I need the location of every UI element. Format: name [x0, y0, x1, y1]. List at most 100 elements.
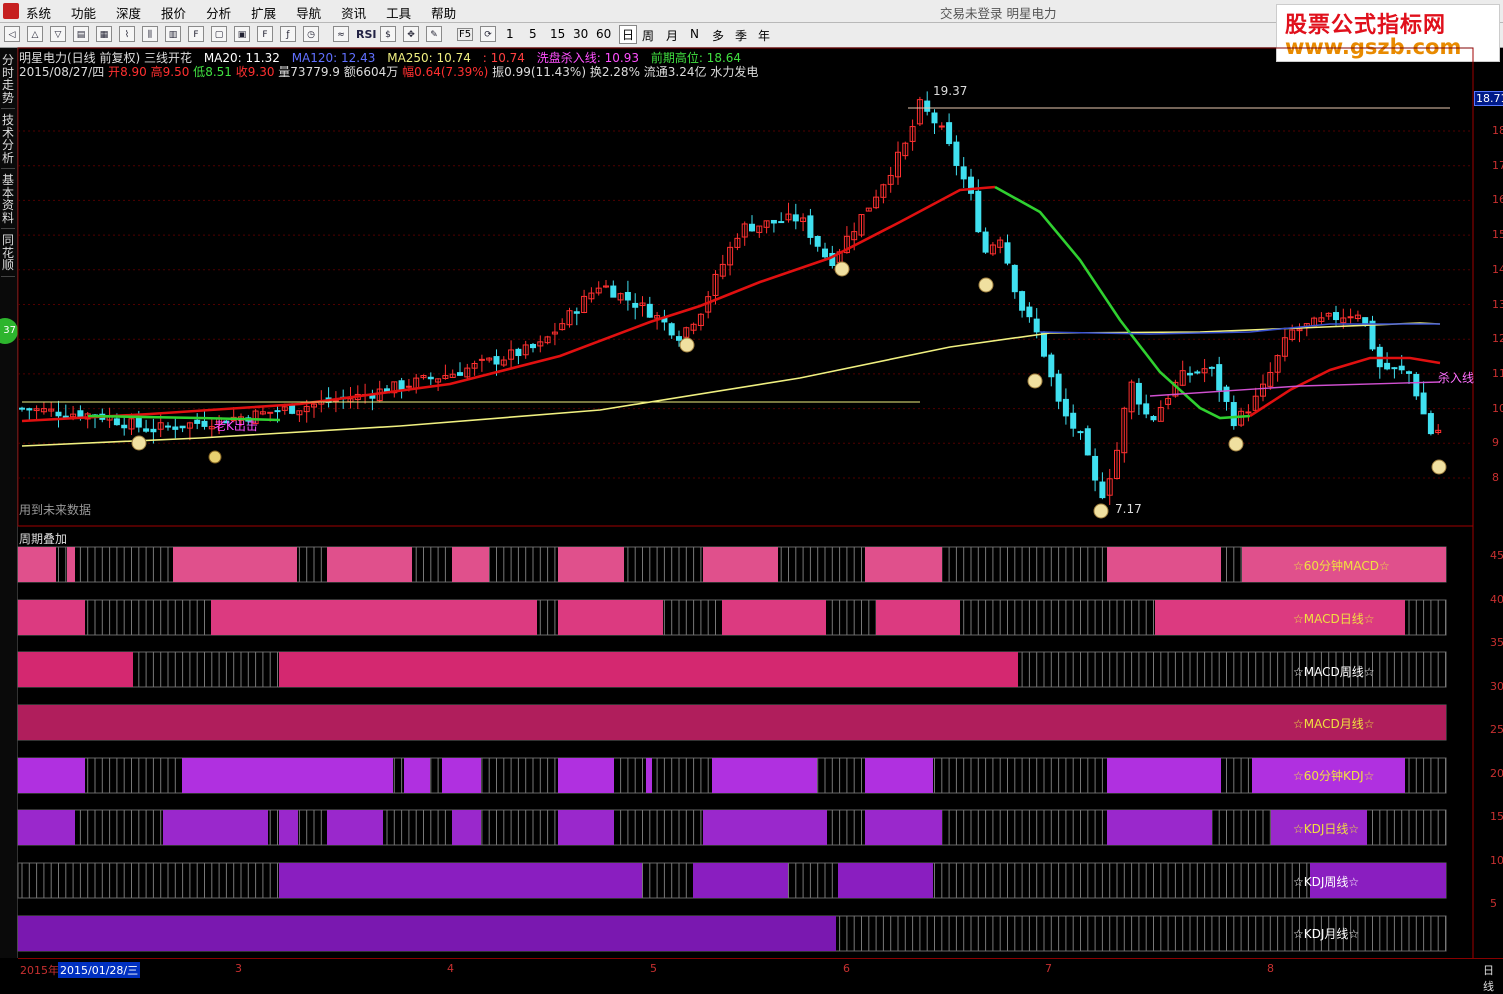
band-segment — [452, 810, 481, 845]
candle-body — [143, 428, 150, 432]
candle-body — [201, 420, 208, 427]
amplitude-value: 振0.99(11.43%) — [492, 65, 587, 79]
candle-body — [1143, 403, 1150, 415]
candle-body — [19, 407, 25, 410]
candle-body — [1208, 366, 1215, 369]
volume-value: 量73779.9 — [278, 65, 340, 79]
close-value: 9.30 — [247, 65, 275, 79]
band-segment — [558, 758, 614, 793]
candle-body — [1391, 367, 1398, 370]
band-segment — [404, 758, 430, 793]
candle-body — [1099, 481, 1106, 499]
candle-body — [770, 219, 777, 224]
candle-body — [1427, 413, 1434, 435]
date-axis: 2015年 2015/01/28/三 3 4 5 6 7 8 日线 — [18, 958, 1503, 993]
band-segment — [712, 758, 817, 793]
candle-body — [1092, 455, 1099, 481]
info-line-2: 2015/08/27/四 开8.90 高9.50 低8.51 收9.30 量73… — [19, 63, 758, 80]
candle-body — [194, 419, 201, 424]
candle-body — [946, 122, 953, 145]
axis-tick-label: 17 — [1492, 158, 1503, 172]
buy-line-label: 杀入线 — [1438, 371, 1475, 385]
candle-body — [1187, 372, 1193, 376]
candle-body — [26, 408, 33, 411]
band-segment — [722, 600, 826, 635]
band-segment — [182, 758, 393, 793]
future-data-note: 用到未来数据 — [19, 503, 92, 517]
band-segment — [1107, 758, 1221, 793]
candle-body — [493, 356, 500, 365]
candle-body — [113, 418, 120, 426]
candle-body — [1230, 402, 1237, 427]
candle-body — [975, 190, 982, 233]
candle-body — [427, 376, 434, 380]
candle-body — [814, 235, 821, 247]
candle-body — [1004, 242, 1011, 264]
band-label-kdj-week: ☆KDJ周线☆ — [1293, 875, 1360, 889]
ma-lines — [21, 107, 1450, 447]
period-bands — [17, 546, 1447, 952]
candle-body — [1011, 264, 1018, 293]
smiley-marker — [1431, 459, 1447, 475]
band-segment — [558, 600, 663, 635]
candle-body — [1055, 373, 1062, 402]
change-value: 0.64(7.39%) — [414, 65, 489, 79]
open-label: 开 — [108, 65, 121, 79]
band-label-macd-day: ☆MACD日线☆ — [1293, 612, 1375, 626]
candle-body — [1333, 312, 1339, 321]
band-segment — [18, 600, 85, 635]
sub-axis-tick-label: 15 — [1490, 810, 1503, 823]
low-value: 8.51 — [205, 65, 232, 79]
low-label: 低 — [193, 65, 206, 79]
axis-year: 2015年 — [20, 964, 59, 977]
candle-body — [749, 223, 755, 232]
candle-body — [624, 291, 631, 301]
axis-tick-label: 9 — [1492, 436, 1499, 450]
band-segment — [18, 705, 1446, 740]
candle-body — [1070, 412, 1077, 429]
sub-axis-tick-label: 45 — [1490, 549, 1503, 562]
band-segment — [703, 810, 827, 845]
axis-month-4: 4 — [447, 962, 454, 975]
candle-body — [646, 303, 653, 318]
candle-body — [792, 214, 799, 222]
band-segment — [442, 758, 481, 793]
smiley-marker — [978, 277, 994, 293]
smiley-marker — [834, 261, 850, 277]
band-segment — [558, 810, 614, 845]
candle-body — [1216, 364, 1223, 391]
candle-body — [1019, 291, 1026, 311]
candle-body — [822, 248, 828, 258]
industry-value: 水力发电 — [710, 65, 759, 79]
candle-body — [1135, 382, 1142, 405]
candle-body — [1420, 392, 1427, 415]
band-segment — [173, 547, 297, 582]
band-segment — [327, 547, 412, 582]
band-segment — [18, 810, 75, 845]
band-segment — [67, 547, 75, 582]
band-segment — [279, 810, 298, 845]
signal-label: 老K出击 — [214, 419, 258, 433]
candle-body — [274, 410, 281, 413]
candle-body — [968, 176, 974, 194]
band-segment — [646, 758, 652, 793]
candlestick-series — [19, 91, 1442, 505]
band-segment — [1107, 810, 1212, 845]
candle-body — [150, 428, 157, 433]
candle-body — [610, 285, 617, 298]
axis-period: 日线 — [1483, 964, 1494, 993]
axis-month-8: 8 — [1267, 962, 1274, 975]
band-segment — [703, 547, 778, 582]
candle-body — [924, 100, 931, 112]
turnover-value: 换2.28% — [589, 65, 640, 79]
kline-chart[interactable] — [0, 0, 1503, 978]
band-segment — [865, 758, 933, 793]
candle-body — [1347, 316, 1354, 319]
smiley-marker — [131, 435, 147, 451]
candle-body — [1150, 416, 1157, 421]
candle-body — [982, 231, 989, 253]
candle-body — [515, 348, 522, 357]
xipan-line — [1149, 381, 1441, 397]
open-value: 8.90 — [120, 65, 147, 79]
candle-body — [398, 380, 405, 390]
